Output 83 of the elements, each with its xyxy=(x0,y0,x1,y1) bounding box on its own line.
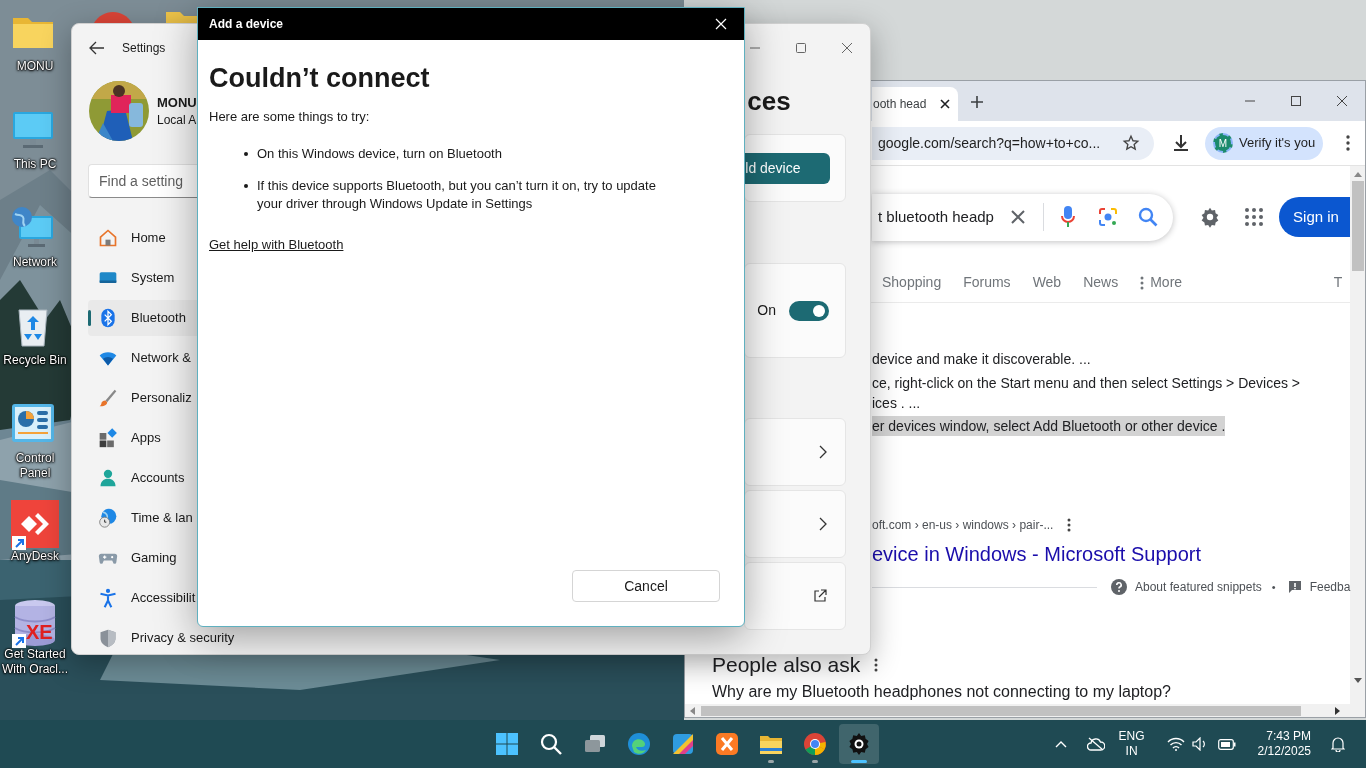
menu-dots-icon[interactable] xyxy=(1346,135,1350,151)
chevron-right-icon xyxy=(819,445,827,459)
swirl-circle-icon xyxy=(627,732,651,756)
section-heading: People also ask xyxy=(712,653,861,677)
star-icon[interactable] xyxy=(1122,134,1140,152)
search-icon[interactable] xyxy=(1137,207,1158,227)
snippet-text: ce, right-click on the Start menu and then select Settings > Devices > xyxy=(872,374,1300,393)
settings-icon[interactable] xyxy=(1199,206,1221,228)
shield-icon xyxy=(98,628,118,648)
cloud-off-icon[interactable] xyxy=(1086,737,1105,751)
close-icon[interactable] xyxy=(1336,95,1348,107)
chevron-right-icon xyxy=(819,517,827,531)
bell-icon[interactable] xyxy=(1331,736,1345,752)
question-text[interactable]: Why are my Bluetooth headphones not connecting to my laptop? xyxy=(712,683,1171,701)
add-device-button[interactable]: ld device xyxy=(745,152,831,184)
snippet-text: er devices window, select Add Bluetooth or other device . xyxy=(872,416,1226,436)
toggle-switch[interactable] xyxy=(789,300,829,321)
search-tab[interactable]: T xyxy=(1333,272,1343,293)
microphone-icon[interactable] xyxy=(1060,206,1075,228)
page-heading: ces xyxy=(746,85,792,117)
scroll-left-icon[interactable] xyxy=(689,706,695,715)
download-icon[interactable] xyxy=(1171,133,1191,153)
search-tab[interactable]: Web xyxy=(1032,272,1062,293)
accessibility-icon xyxy=(98,588,118,608)
result-title-link[interactable]: evice in Windows - Microsoft Support xyxy=(872,542,1201,566)
sign-in-button[interactable]: Sign in xyxy=(1279,197,1350,237)
scroll-up-icon[interactable] xyxy=(1353,171,1362,177)
snippet-text: ices . ... xyxy=(872,394,921,413)
speaker-icon[interactable] xyxy=(1191,737,1208,751)
avatar-letter: M xyxy=(1213,133,1233,153)
gear-icon xyxy=(847,732,871,756)
language-indicator[interactable]: ENG IN xyxy=(1118,729,1145,759)
wifi-icon[interactable] xyxy=(1166,737,1185,751)
feedback-link[interactable]: Feedba xyxy=(1309,578,1351,596)
toggle-label: On xyxy=(757,301,776,320)
taskbar-button[interactable] xyxy=(839,724,879,764)
clock[interactable]: 7:43 PM 2/12/2025 xyxy=(1257,729,1311,759)
plus-icon[interactable] xyxy=(970,95,984,109)
close-icon[interactable] xyxy=(940,99,950,109)
scroll-right-icon[interactable] xyxy=(1335,706,1341,715)
vertical-dots-icon xyxy=(1140,275,1145,290)
scrollbar-thumb[interactable] xyxy=(1351,181,1364,271)
search-tab[interactable]: Shopping xyxy=(882,272,942,293)
address-text: google.com/search?q=how+to+co... xyxy=(878,133,1101,153)
browser-icon xyxy=(803,732,827,756)
search-text: t bluetooth headp xyxy=(878,206,994,227)
apps-grid-icon[interactable] xyxy=(1245,208,1263,226)
snippet-text: device and make it discoverable. ... xyxy=(872,350,1091,369)
cancel-button[interactable]: Cancel xyxy=(572,570,720,602)
desktop-icon-label[interactable]: Get Started With Oracl... xyxy=(1,647,69,677)
browser-tab[interactable]: ooth head xyxy=(872,87,958,121)
about-link[interactable]: About featured snippets xyxy=(1135,578,1262,596)
scrollbar-thumb[interactable] xyxy=(701,705,1301,716)
external-link-icon xyxy=(813,589,827,603)
nav-item[interactable]: Privacy & security xyxy=(88,620,258,656)
chevron-up-icon[interactable] xyxy=(1054,740,1067,748)
vertical-scrollbar[interactable] xyxy=(1350,166,1365,704)
clear-icon[interactable] xyxy=(1009,209,1026,225)
search-field[interactable]: t bluetooth headp xyxy=(872,193,1173,241)
search-tab[interactable]: More xyxy=(1140,272,1183,293)
search-tab[interactable]: News xyxy=(1083,272,1119,293)
badge-text: XE xyxy=(26,622,53,642)
profile-button[interactable]: M Verify it's you xyxy=(1205,126,1323,160)
feedback-icon[interactable] xyxy=(1287,580,1302,594)
help-icon[interactable] xyxy=(1111,579,1127,595)
windows-logo-icon xyxy=(495,732,519,756)
separator-dot: • xyxy=(1271,579,1276,595)
cross-tile-icon xyxy=(715,732,739,756)
maximize-icon[interactable] xyxy=(795,42,807,54)
battery-icon[interactable] xyxy=(1217,738,1236,750)
gradient-tile-icon xyxy=(671,732,695,756)
tab-title: ooth head xyxy=(873,96,927,113)
search-icon xyxy=(539,732,563,756)
vertical-dots-icon[interactable] xyxy=(1067,518,1072,532)
camera-lens-icon[interactable] xyxy=(1097,207,1118,227)
horizontal-scrollbar[interactable] xyxy=(685,704,1365,717)
source-url: oft.com › en-us › windows › pair-... xyxy=(872,517,1054,534)
maximize-icon[interactable] xyxy=(1290,95,1302,107)
nav-item[interactable]: Accessibilit xyxy=(88,580,198,616)
vertical-dots-icon[interactable] xyxy=(874,658,879,672)
address-bar[interactable]: google.com/search?q=how+to+co... xyxy=(872,126,1154,160)
search-tab[interactable]: Forums xyxy=(963,272,1011,293)
scroll-down-icon[interactable] xyxy=(1353,678,1362,684)
